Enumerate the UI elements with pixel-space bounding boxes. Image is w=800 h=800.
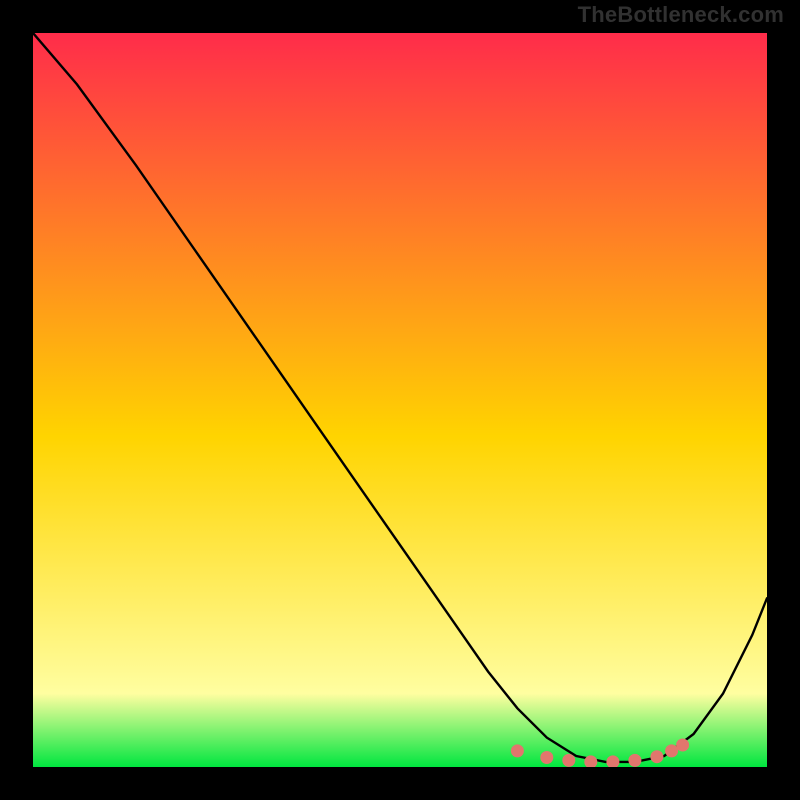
curve-marker: [665, 744, 678, 757]
watermark-text: TheBottleneck.com: [578, 2, 784, 28]
chart-frame: TheBottleneck.com: [0, 0, 800, 800]
bottleneck-chart: [33, 33, 767, 767]
curve-marker: [540, 751, 553, 764]
curve-marker: [511, 744, 524, 757]
curve-marker: [650, 750, 663, 763]
curve-marker: [562, 754, 575, 767]
gradient-background: [33, 33, 767, 767]
curve-marker: [676, 739, 689, 752]
curve-marker: [628, 754, 641, 767]
